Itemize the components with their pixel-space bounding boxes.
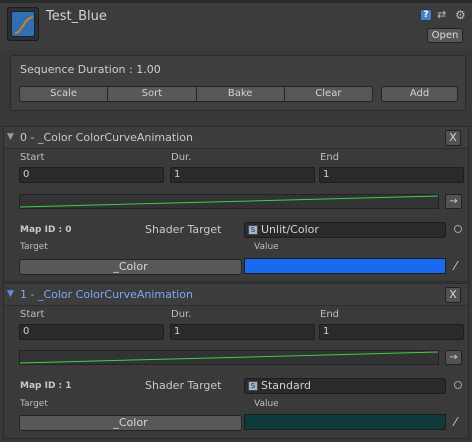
dur-label: Dur. [171,152,192,163]
shader-icon: S [248,381,258,391]
animation-panel-0: ▼ 0 - _Color ColorCurveAnimation X Start… [3,126,469,282]
open-button[interactable]: Open [427,28,463,43]
curve-line [20,195,438,208]
add-button[interactable]: Add [381,86,458,102]
object-picker-icon[interactable] [454,381,462,389]
start-field[interactable]: 0 [19,167,164,183]
color-value-field[interactable] [244,414,446,430]
remove-animation-button[interactable]: X [445,130,461,146]
start-label: Start [20,309,45,320]
curve-apply-button[interactable]: → [445,350,462,365]
shader-field[interactable]: S Unlit/Color [244,222,446,238]
color-value-field[interactable] [244,258,446,274]
curve-apply-button[interactable]: → [445,194,462,209]
eyedropper-icon[interactable]: ⁄ [449,414,462,430]
bake-button[interactable]: Bake [195,86,285,102]
foldout-arrow-icon[interactable]: ▼ [7,289,14,299]
target-property-button[interactable]: _Color [19,259,242,275]
sequence-settings: Sequence Duration : 1.00 Scale Sort Bake… [10,55,466,111]
end-field[interactable]: 1 [319,167,464,183]
end-field[interactable]: 1 [319,324,464,340]
animation-header-1[interactable]: ▼ 1 - _Color ColorCurveAnimation X [4,284,468,306]
inspector-header: Test_Blue ? ⇄ ⚙ Open [0,0,472,50]
animation-title: 1 - _Color ColorCurveAnimation [20,288,193,301]
target-label: Target [20,242,48,252]
curve-field[interactable] [19,194,439,209]
animation-header-0[interactable]: ▼ 0 - _Color ColorCurveAnimation X [4,127,468,149]
sequence-duration-label: Sequence Duration : 1.00 [20,63,161,76]
asset-title: Test_Blue [46,9,107,24]
help-icon[interactable]: ? [420,9,432,21]
shader-field[interactable]: S Standard [244,378,446,394]
map-id-label: Map ID : 1 [20,381,72,391]
map-id-label: Map ID : 0 [20,225,72,235]
value-label: Value [254,399,279,409]
curve-asset-icon [7,7,39,41]
shader-icon: S [248,225,258,235]
target-label: Target [20,399,48,409]
value-label: Value [254,242,279,252]
remove-animation-button[interactable]: X [445,287,461,303]
animation-panel-1: ▼ 1 - _Color ColorCurveAnimation X Start… [3,283,469,439]
foldout-arrow-icon[interactable]: ▼ [7,132,14,142]
object-picker-icon[interactable] [454,225,462,233]
sort-button[interactable]: Sort [107,86,197,102]
dur-label: Dur. [171,309,192,320]
end-label: End [320,309,340,320]
duration-field[interactable]: 1 [170,324,315,340]
shader-target-label: Shader Target [145,379,222,392]
duration-field[interactable]: 1 [170,167,315,183]
curve-line [20,351,438,364]
eyedropper-icon[interactable]: ⁄ [449,258,462,274]
tab-strip [0,0,472,3]
shader-name: Standard [261,379,312,392]
shader-name: Unlit/Color [261,223,319,236]
start-label: Start [20,152,45,163]
gear-icon[interactable]: ⚙ [455,9,467,21]
shader-target-label: Shader Target [145,223,222,236]
curve-field[interactable] [19,350,439,365]
end-label: End [320,152,340,163]
animation-title: 0 - _Color ColorCurveAnimation [20,131,193,144]
clear-button[interactable]: Clear [283,86,373,102]
scale-button[interactable]: Scale [19,86,109,102]
preset-icon[interactable]: ⇄ [437,9,449,21]
sequence-toolbar: Scale Sort Bake Clear [19,86,373,102]
target-property-button[interactable]: _Color [19,415,242,431]
start-field[interactable]: 0 [19,324,164,340]
